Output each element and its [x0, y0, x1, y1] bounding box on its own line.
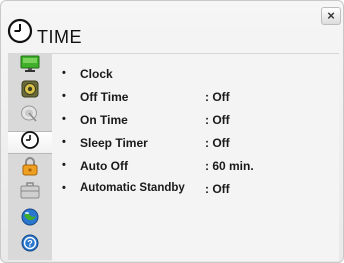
page-title: TIME	[37, 27, 82, 47]
sidebar-item-picture[interactable]	[8, 55, 52, 78]
bullet: •	[62, 182, 66, 194]
menu-item-value: : 60 min.	[205, 159, 254, 173]
close-button[interactable]: ×	[321, 7, 341, 25]
menu-item-clock[interactable]: • Clock	[52, 64, 339, 84]
bullet: •	[62, 113, 66, 125]
monitor-icon	[20, 55, 40, 78]
menu-item-value: : Off	[205, 113, 230, 127]
menu-item-label: Auto Off	[80, 159, 128, 173]
svg-text:?: ?	[27, 239, 33, 249]
menu-item-sleep-timer[interactable]: • Sleep Timer : Off	[52, 133, 339, 153]
sidebar-item-setup[interactable]	[8, 105, 52, 128]
bullet: •	[62, 159, 66, 171]
clock-icon	[20, 130, 40, 155]
bullet: •	[62, 90, 66, 102]
padlock-icon	[21, 156, 39, 181]
menu-item-value: : Off	[205, 182, 230, 196]
sidebar-item-network[interactable]	[8, 208, 52, 231]
satellite-dish-icon	[20, 104, 40, 129]
speaker-icon	[20, 79, 40, 104]
menu-item-value: : Off	[205, 90, 230, 104]
sidebar-item-option[interactable]	[8, 182, 52, 205]
category-sidebar: ?	[8, 53, 53, 260]
menu-item-label: On Time	[80, 113, 128, 127]
menu-item-value: : Off	[205, 136, 230, 150]
menu-item-label: Sleep Timer	[80, 136, 148, 150]
menu-item-automatic-standby[interactable]: • Automatic Standby : Off	[52, 179, 339, 199]
clock-icon	[7, 18, 33, 44]
menu-item-auto-off[interactable]: • Auto Off : 60 min.	[52, 156, 339, 176]
sidebar-item-support[interactable]: ?	[8, 234, 52, 257]
time-menu-window: × TIME ? • Clock • Off Time: Off • On T…	[0, 0, 344, 263]
menu-item-label: Clock	[80, 67, 113, 81]
menu-item-label: Off Time	[80, 90, 129, 104]
bullet: •	[62, 67, 66, 79]
toolbox-icon	[20, 182, 40, 205]
sidebar-item-audio[interactable]	[8, 80, 52, 103]
bullet: •	[62, 136, 66, 148]
menu-item-label: Automatic Standby	[80, 182, 185, 194]
help-icon: ?	[20, 233, 40, 258]
sidebar-item-lock[interactable]	[8, 157, 52, 180]
sidebar-item-time[interactable]	[8, 131, 52, 154]
menu-item-on-time[interactable]: • On Time : Off	[52, 110, 339, 130]
menu-item-off-time[interactable]: • Off Time : Off	[52, 87, 339, 107]
globe-icon	[20, 207, 40, 232]
time-settings-list: • Clock • Off Time : Off • On Time : Off…	[52, 53, 339, 261]
